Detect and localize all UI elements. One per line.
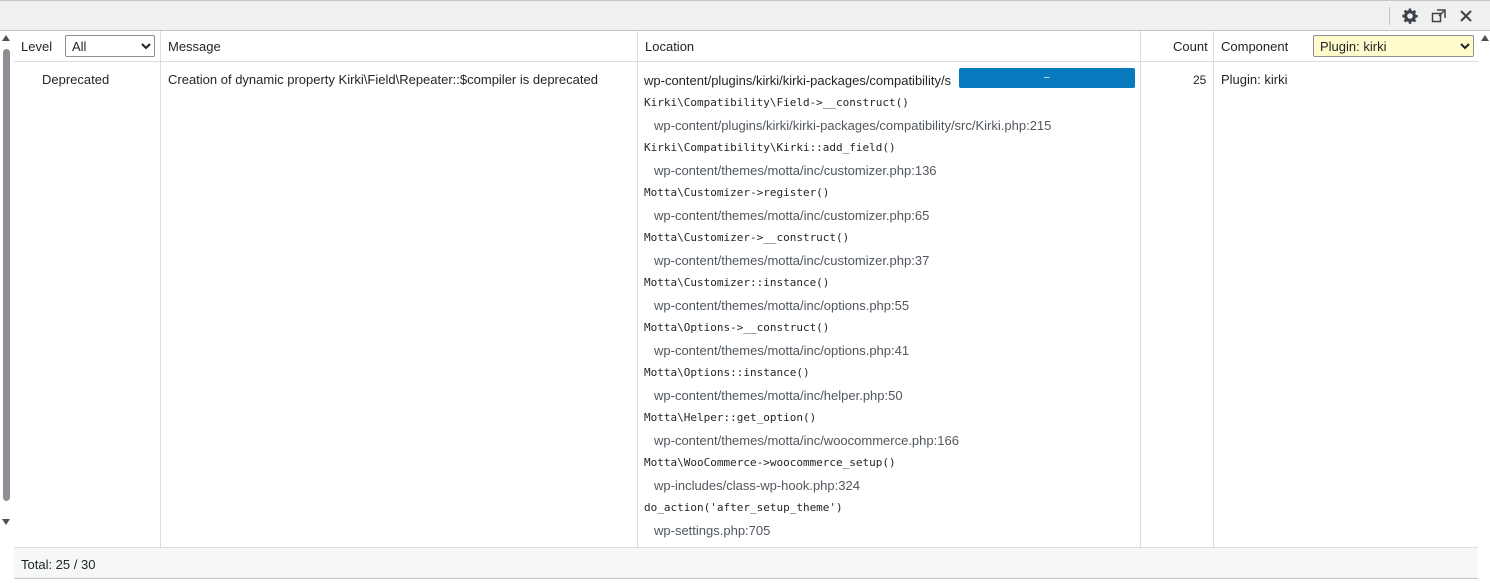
toolbar-divider — [1389, 7, 1390, 25]
header-count[interactable]: Count — [1173, 39, 1208, 54]
stack-path[interactable]: wp-content/themes/motta/inc/customizer.p… — [654, 208, 929, 223]
redaction-mark: – — [1044, 72, 1050, 83]
errors-table: Level All Message Location Count Compone… — [14, 31, 1478, 548]
level-value: Deprecated — [42, 72, 110, 87]
header-component: Component — [1221, 39, 1289, 54]
scroll-up-arrow[interactable] — [2, 35, 10, 41]
header-message: Message — [168, 39, 221, 54]
scroll-down-arrow[interactable] — [2, 519, 10, 525]
stack-path[interactable]: wp-content/themes/motta/inc/helper.php:5… — [654, 388, 903, 403]
stack-call: Motta\Customizer->__construct() — [644, 231, 850, 244]
stack-path[interactable]: wp-content/themes/motta/inc/woocommerce.… — [654, 433, 959, 448]
scroll-up-arrow-right[interactable] — [1481, 35, 1489, 41]
vertical-scrollbar[interactable] — [0, 31, 14, 583]
stack-path[interactable]: wp-content/themes/motta/inc/customizer.p… — [654, 163, 937, 178]
message-value: Creation of dynamic property Kirki\Field… — [168, 72, 598, 87]
stack-call: Kirki\Compatibility\Field->__construct() — [644, 96, 909, 109]
stack-path[interactable]: wp-content/themes/motta/inc/options.php:… — [654, 298, 909, 313]
col-level — [14, 31, 161, 548]
col-count — [1141, 31, 1214, 548]
table-footer: Total: 25 / 30 — [14, 548, 1478, 579]
query-monitor-panel: Level All Message Location Count Compone… — [0, 0, 1490, 583]
stack-path[interactable]: wp-settings.php:705 — [654, 523, 770, 538]
location-head[interactable]: wp-content/plugins/kirki/kirki-packages/… — [644, 73, 951, 88]
stack-call: do_action('after_setup_theme') — [644, 501, 843, 514]
window-popout-icon[interactable] — [1429, 6, 1449, 26]
header-location: Location — [645, 39, 695, 54]
stack-call: Motta\Customizer->register() — [644, 186, 830, 199]
stack-path[interactable]: wp-includes/class-wp-hook.php:324 — [654, 478, 860, 493]
count-value: 25 — [1193, 73, 1207, 87]
stack-path[interactable]: wp-content/themes/motta/inc/customizer.p… — [654, 253, 929, 268]
col-message — [161, 31, 638, 548]
stack-call: Motta\Customizer::instance() — [644, 276, 830, 289]
component-value: Plugin: kirki — [1221, 72, 1288, 87]
stack-call: Motta\Helper::get_option() — [644, 411, 817, 424]
stack-call: Motta\Options::instance() — [644, 366, 810, 379]
total-count: Total: 25 / 30 — [21, 557, 96, 572]
table-header: Level All Message Location Count Compone… — [14, 31, 1478, 62]
stack-call: Kirki\Compatibility\Kirki::add_field() — [644, 141, 896, 154]
level-filter-select[interactable]: All — [65, 35, 155, 57]
stack-path[interactable]: wp-content/plugins/kirki/kirki-packages/… — [654, 118, 1051, 133]
stack-call: Motta\Options->__construct() — [644, 321, 830, 334]
close-icon[interactable] — [1456, 6, 1476, 26]
gear-icon[interactable] — [1400, 6, 1420, 26]
stack-path[interactable]: wp-content/themes/motta/inc/options.php:… — [654, 343, 909, 358]
scroll-thumb[interactable] — [3, 49, 10, 501]
component-filter-select[interactable]: Plugin: kirki — [1313, 35, 1474, 57]
header-level: Level — [21, 39, 53, 54]
stack-call: Motta\WooCommerce->woocommerce_setup() — [644, 456, 896, 469]
panel-toolbar — [0, 0, 1490, 31]
